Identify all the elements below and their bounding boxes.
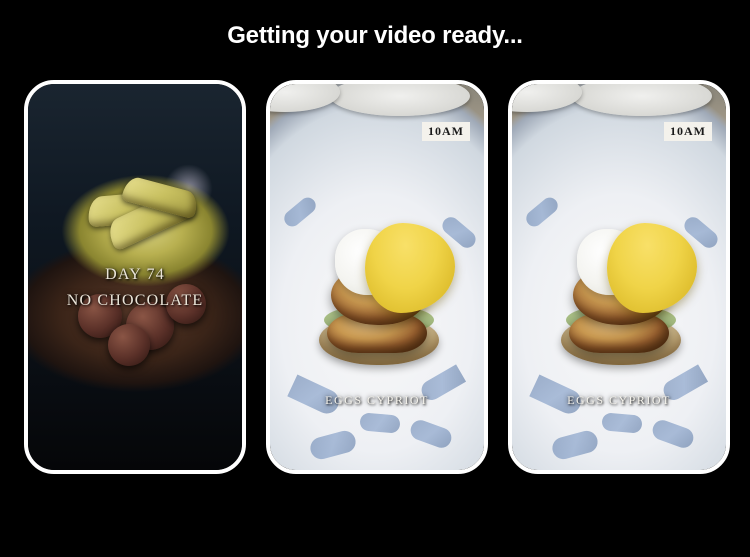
- video-clips-row: DAY 74 NO CHOCOLATE: [0, 50, 750, 474]
- loading-title: Getting your video ready...: [0, 0, 750, 50]
- video-clip-2[interactable]: 10AM EGGS CYPRIOT: [266, 80, 488, 474]
- onion-icon: [108, 324, 150, 366]
- clip1-line2: NO CHOCOLATE: [28, 288, 242, 314]
- clip3-time-label: 10AM: [664, 122, 712, 141]
- clip1-line1: DAY 74: [28, 262, 242, 288]
- video-clip-1[interactable]: DAY 74 NO CHOCOLATE: [24, 80, 246, 474]
- clip3-dish-label: EGGS CYPRIOT: [512, 393, 726, 408]
- clip2-dish-label: EGGS CYPRIOT: [270, 393, 484, 408]
- clip1-overlay-text: DAY 74 NO CHOCOLATE: [28, 262, 242, 313]
- video-clip-3[interactable]: 10AM EGGS CYPRIOT: [508, 80, 730, 474]
- clip2-time-label: 10AM: [422, 122, 470, 141]
